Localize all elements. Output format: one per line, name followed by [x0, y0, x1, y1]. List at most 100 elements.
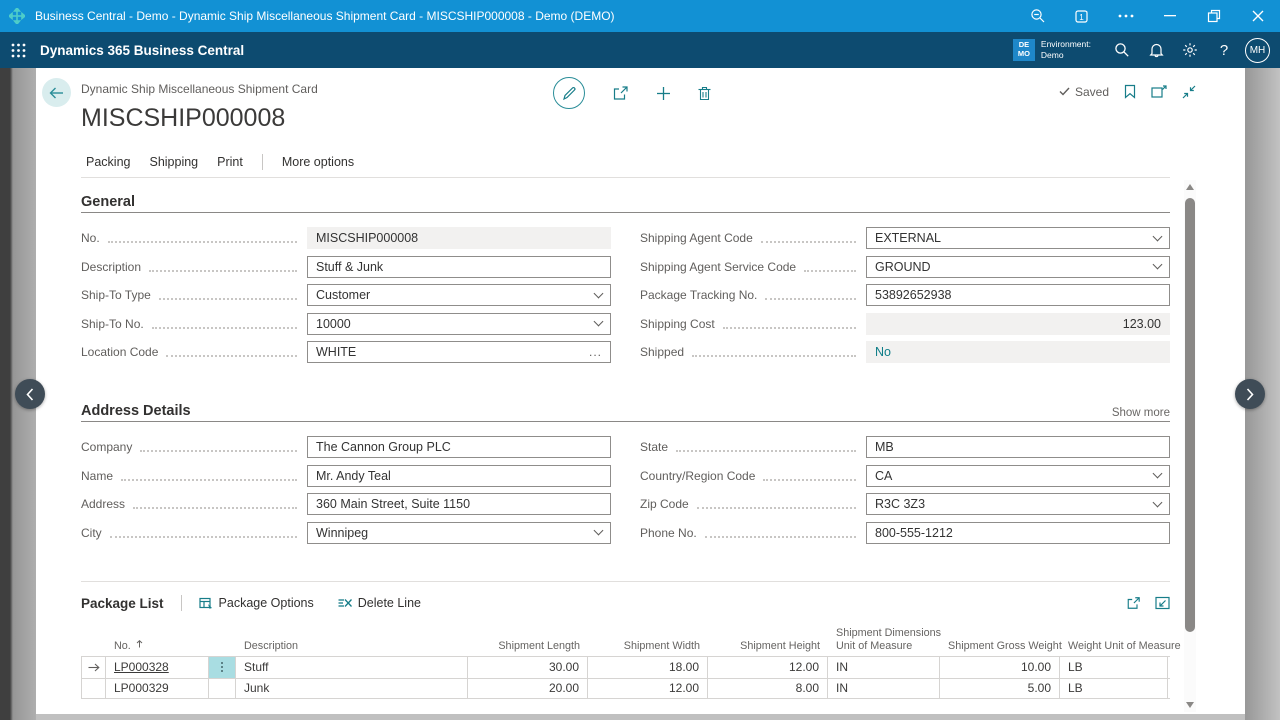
package-list-title[interactable]: Package List	[81, 596, 164, 611]
phone-no-field[interactable]: 800-555-1212	[866, 522, 1170, 544]
cell-dimensions-uom[interactable]: IN	[828, 657, 940, 678]
cell-shipment-height[interactable]: 12.00	[708, 657, 828, 678]
chevron-down-icon[interactable]	[594, 288, 604, 298]
city-select[interactable]: Winnipeg	[307, 522, 611, 544]
page-caption: Dynamic Ship Miscellaneous Shipment Card	[81, 82, 318, 96]
shipping-agent-service-code-select[interactable]: GROUND	[866, 256, 1170, 278]
cell-shipment-height[interactable]: 8.00	[708, 679, 828, 699]
restore-icon[interactable]	[1192, 0, 1236, 32]
col-header-dimensions-uom[interactable]: Shipment DimensionsUnit of Measure	[828, 627, 940, 656]
name-field[interactable]: Mr. Andy Teal	[307, 465, 611, 487]
search-icon[interactable]	[1105, 32, 1139, 68]
previous-record-button[interactable]	[15, 379, 45, 409]
avatar[interactable]: MH	[1245, 38, 1270, 63]
package-options-button[interactable]: Package Options	[199, 596, 314, 610]
company-field[interactable]: The Cannon Group PLC	[307, 436, 611, 458]
ship-to-type-select[interactable]: Customer	[307, 284, 611, 306]
share-icon[interactable]	[1126, 596, 1141, 610]
address-field[interactable]: 360 Main Street, Suite 1150	[307, 493, 611, 515]
next-record-button[interactable]	[1235, 379, 1265, 409]
address-details-section-title[interactable]: Address Details	[81, 403, 191, 419]
minimize-icon[interactable]	[1148, 0, 1192, 32]
col-header-gross-weight[interactable]: Shipment Gross Weight	[940, 640, 1060, 656]
col-header-description[interactable]: Description	[236, 640, 468, 656]
expand-part-icon[interactable]	[1155, 596, 1170, 610]
state-field[interactable]: MB	[866, 436, 1170, 458]
description-field[interactable]: Stuff & Junk	[307, 256, 611, 278]
share-icon[interactable]	[612, 85, 629, 101]
close-icon[interactable]	[1236, 0, 1280, 32]
brand-title[interactable]: Dynamics 365 Business Central	[40, 43, 244, 58]
cell-no[interactable]: LP000328	[106, 657, 209, 678]
cell-shipment-width[interactable]: 18.00	[588, 657, 708, 678]
row-menu-cell[interactable]	[209, 657, 236, 678]
check-icon	[1059, 87, 1070, 96]
cell-no[interactable]: LP000329	[106, 679, 209, 699]
bell-icon[interactable]	[1139, 32, 1173, 68]
help-icon[interactable]: ?	[1207, 32, 1241, 68]
zoom-out-icon[interactable]	[1016, 0, 1060, 32]
cell-gross-weight[interactable]: 10.00	[940, 657, 1060, 678]
delete-line-icon	[338, 597, 352, 609]
package-tracking-no-field[interactable]: 53892652938	[866, 284, 1170, 306]
back-button[interactable]	[42, 78, 71, 107]
menu-item-print[interactable]: Print	[217, 155, 243, 169]
country-region-code-select[interactable]: CA	[866, 465, 1170, 487]
row-menu-cell[interactable]	[209, 679, 236, 699]
ship-to-no-select[interactable]: 10000	[307, 313, 611, 335]
general-section-title[interactable]: General	[81, 194, 135, 210]
name-label: Name	[81, 469, 307, 483]
cell-weight-uom[interactable]: LB	[1060, 679, 1168, 699]
window-switcher-icon[interactable]: 1	[1060, 0, 1104, 32]
open-window-icon[interactable]	[1151, 85, 1167, 99]
cell-description[interactable]: Junk	[236, 679, 468, 699]
assist-edit-icon[interactable]: ...	[589, 347, 602, 357]
cell-shipment-width[interactable]: 12.00	[588, 679, 708, 699]
col-header-shipment-height[interactable]: Shipment Height	[708, 640, 828, 656]
cell-dimensions-uom[interactable]: IN	[828, 679, 940, 699]
location-code-field[interactable]: WHITE...	[307, 341, 611, 363]
bookmark-icon[interactable]	[1124, 84, 1136, 99]
col-header-no[interactable]: No.	[106, 640, 209, 656]
chevron-down-icon[interactable]	[1153, 497, 1163, 507]
cell-description[interactable]: Stuff	[236, 657, 468, 678]
more-icon[interactable]	[1104, 0, 1148, 32]
cell-shipment-length[interactable]: 30.00	[468, 657, 588, 678]
collapse-icon[interactable]	[1182, 85, 1196, 99]
delete-icon[interactable]	[698, 86, 711, 101]
shipped-label: Shipped	[640, 345, 866, 359]
waffle-icon[interactable]	[0, 32, 36, 68]
menu-divider	[262, 154, 263, 170]
vertical-scrollbar[interactable]	[1184, 180, 1196, 712]
zip-code-select[interactable]: R3C 3Z3	[866, 493, 1170, 515]
col-header-shipment-length[interactable]: Shipment Length	[468, 640, 588, 656]
delete-line-button[interactable]: Delete Line	[338, 596, 421, 610]
col-header-weight-uom[interactable]: Weight Unit of Measure	[1060, 640, 1168, 656]
cell-shipment-length[interactable]: 20.00	[468, 679, 588, 699]
chevron-down-icon[interactable]	[594, 526, 604, 536]
ship-to-type-label: Ship-To Type	[81, 288, 307, 302]
menu-item-shipping[interactable]: Shipping	[149, 155, 198, 169]
shipping-agent-code-select[interactable]: EXTERNAL	[866, 227, 1170, 249]
cell-weight-uom[interactable]: LB	[1060, 657, 1168, 678]
menu-item-more-options[interactable]: More options	[282, 155, 354, 169]
save-status: Saved	[1059, 85, 1109, 99]
col-header-shipment-width[interactable]: Shipment Width	[588, 640, 708, 656]
phone-no-label: Phone No.	[640, 526, 866, 540]
chevron-down-icon[interactable]	[1153, 260, 1163, 270]
cell-gross-weight[interactable]: 5.00	[940, 679, 1060, 699]
menu-item-packing[interactable]: Packing	[86, 155, 130, 169]
scroll-up-arrow[interactable]	[1186, 184, 1194, 190]
scroll-down-arrow[interactable]	[1186, 702, 1194, 708]
environment-indicator[interactable]: DEMO Environment:Demo	[1013, 39, 1091, 61]
add-icon[interactable]	[656, 86, 671, 101]
show-more-link[interactable]: Show more	[1112, 407, 1170, 419]
location-code-label: Location Code	[81, 345, 307, 359]
chevron-down-icon[interactable]	[594, 317, 604, 327]
table-header-row: No. Description Shipment Length Shipment…	[81, 620, 1170, 656]
edit-icon[interactable]	[553, 77, 585, 109]
chevron-down-icon[interactable]	[1153, 469, 1163, 479]
scrollbar-thumb[interactable]	[1185, 198, 1195, 632]
gear-icon[interactable]	[1173, 32, 1207, 68]
chevron-down-icon[interactable]	[1153, 231, 1163, 241]
